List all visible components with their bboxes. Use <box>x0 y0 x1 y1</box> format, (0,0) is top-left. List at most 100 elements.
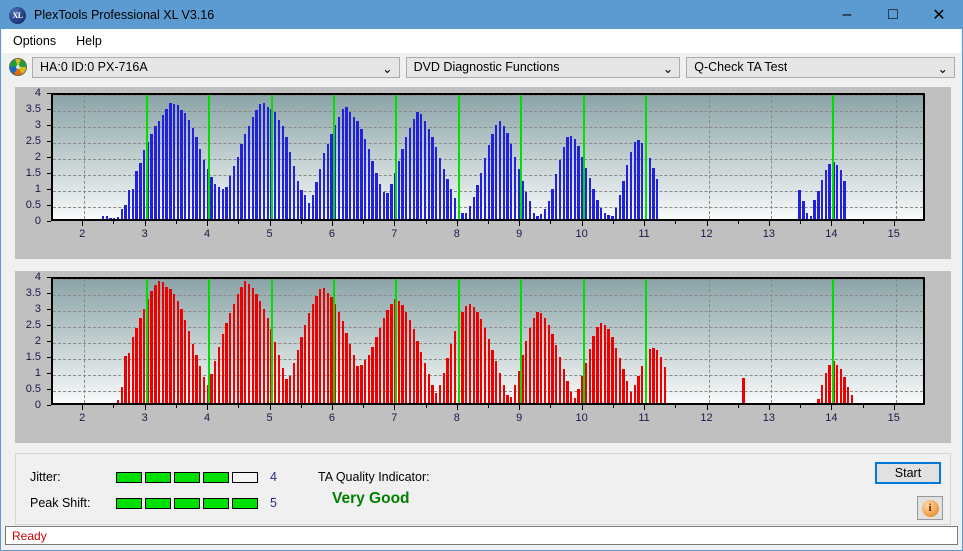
x-axis-tick-label: 5 <box>266 412 273 424</box>
chart-bar <box>573 398 577 403</box>
menu-item-options[interactable]: Options <box>4 31 65 51</box>
chart-bar <box>232 303 236 403</box>
chart-bar <box>495 361 498 403</box>
chart-bar <box>202 159 206 219</box>
window-controls: – □ ✕ <box>824 1 962 29</box>
x-axis-tick-label: 13 <box>762 412 776 424</box>
chart-bar <box>835 364 839 403</box>
chart-bar <box>184 319 187 403</box>
chart-bar <box>510 396 513 403</box>
drive-select[interactable]: HA:0 ID:0 PX-716A ⌄ <box>32 56 400 78</box>
x-axis-tick <box>581 221 583 226</box>
chart-bar <box>648 158 651 219</box>
info-button[interactable]: i <box>917 496 943 520</box>
function-select[interactable]: DVD Diagnostic Functions ⌄ <box>405 56 681 78</box>
x-axis-tick-label: 2 <box>79 228 86 240</box>
chart-bar <box>281 126 284 219</box>
gridline-horizontal <box>53 95 923 96</box>
x-axis-minor-tick <box>737 405 739 408</box>
chart-bar <box>184 113 187 219</box>
gridline-horizontal <box>53 295 923 296</box>
chart-bar <box>442 169 445 219</box>
maximize-icon[interactable]: □ <box>870 1 916 29</box>
chart-bar <box>390 183 393 219</box>
info-icon: i <box>921 499 939 517</box>
marker-line <box>832 95 835 219</box>
chart-bar <box>599 207 603 219</box>
chart-bar <box>824 372 828 403</box>
peak-shift-row: Peak Shift: 5 <box>30 496 277 510</box>
chart-bar <box>656 179 659 219</box>
chart-bar <box>487 145 490 219</box>
chart-bar <box>637 139 640 219</box>
chart-bar <box>809 216 813 219</box>
chart-bar <box>401 148 404 219</box>
marker-line <box>270 95 273 219</box>
chart-bar <box>850 395 854 403</box>
chart-bar <box>408 127 412 219</box>
x-axis-minor-tick <box>300 221 302 224</box>
x-axis-tick <box>768 221 770 226</box>
test-select[interactable]: Q-Check TA Test ⌄ <box>686 56 955 78</box>
x-axis-tick <box>269 405 271 410</box>
chart-pit-lengths: 0 0.5 1 1.5 2 2.5 3 3.5 4 2 3 4 5 6 7 8 9 10 11 12 13 14 15 <box>15 87 951 259</box>
chart-bar <box>487 339 490 403</box>
y-axis-tick-label: 4 <box>34 271 41 283</box>
chart-bar <box>614 207 618 219</box>
window-title: PlexTools Professional XL V3.16 <box>34 8 215 22</box>
minimize-icon[interactable]: – <box>824 1 870 29</box>
chart-bar <box>214 361 217 403</box>
chart-bar <box>641 366 644 403</box>
chart-bar <box>139 318 142 403</box>
chart-bar <box>401 305 404 403</box>
chart-bar <box>262 308 266 403</box>
marker-line <box>457 95 460 219</box>
chart-bar <box>217 187 221 219</box>
chart-bar <box>259 104 262 219</box>
chart-bar <box>199 366 202 403</box>
marker-line <box>645 279 648 403</box>
menu-item-help[interactable]: Help <box>67 31 111 51</box>
chart-bar <box>150 134 153 219</box>
chart-bar <box>378 183 382 219</box>
meter-segment <box>174 471 200 483</box>
y-axis-tick-label: 2.5 <box>25 319 41 331</box>
chart-bar <box>431 385 434 403</box>
y-axis-tick-label: 0.5 <box>25 199 41 211</box>
chart-bar <box>611 215 614 219</box>
chart-bar <box>843 180 846 219</box>
chart-bar <box>157 281 161 403</box>
chart-bar <box>345 107 348 219</box>
chart-bar <box>824 170 828 219</box>
meter-segment <box>203 497 229 509</box>
chart-bar <box>453 331 457 403</box>
x-axis-minor-tick <box>550 221 552 224</box>
start-button[interactable]: Start <box>875 462 941 484</box>
peak-shift-meter <box>116 497 258 509</box>
close-icon[interactable]: ✕ <box>916 1 962 29</box>
chart-bar <box>510 143 513 219</box>
chart-bar <box>453 198 457 219</box>
chart-bar <box>240 287 243 403</box>
chart-bar <box>641 142 644 219</box>
chart-bar <box>311 303 314 403</box>
x-axis-tick-label: 9 <box>516 412 523 424</box>
chart-bar <box>663 367 666 403</box>
chart-bar <box>210 177 213 219</box>
chart-bar <box>165 108 168 219</box>
app-window: XL PlexTools Professional XL V3.16 – □ ✕… <box>0 0 963 551</box>
chart-bar <box>540 214 543 219</box>
chart-bar <box>277 355 281 403</box>
chart-bar <box>217 347 221 403</box>
x-axis-tick <box>831 405 833 410</box>
chart-bar <box>255 110 258 219</box>
x-axis-tick-label: 14 <box>825 228 838 240</box>
chart-bar <box>435 393 438 403</box>
chart-bar <box>128 190 131 219</box>
marker-line <box>832 279 835 403</box>
chart-bar <box>420 351 423 403</box>
chart-bar <box>558 356 562 403</box>
chart-bar <box>266 107 269 219</box>
y-axis-tick <box>47 293 51 294</box>
x-axis-tick <box>768 405 770 410</box>
